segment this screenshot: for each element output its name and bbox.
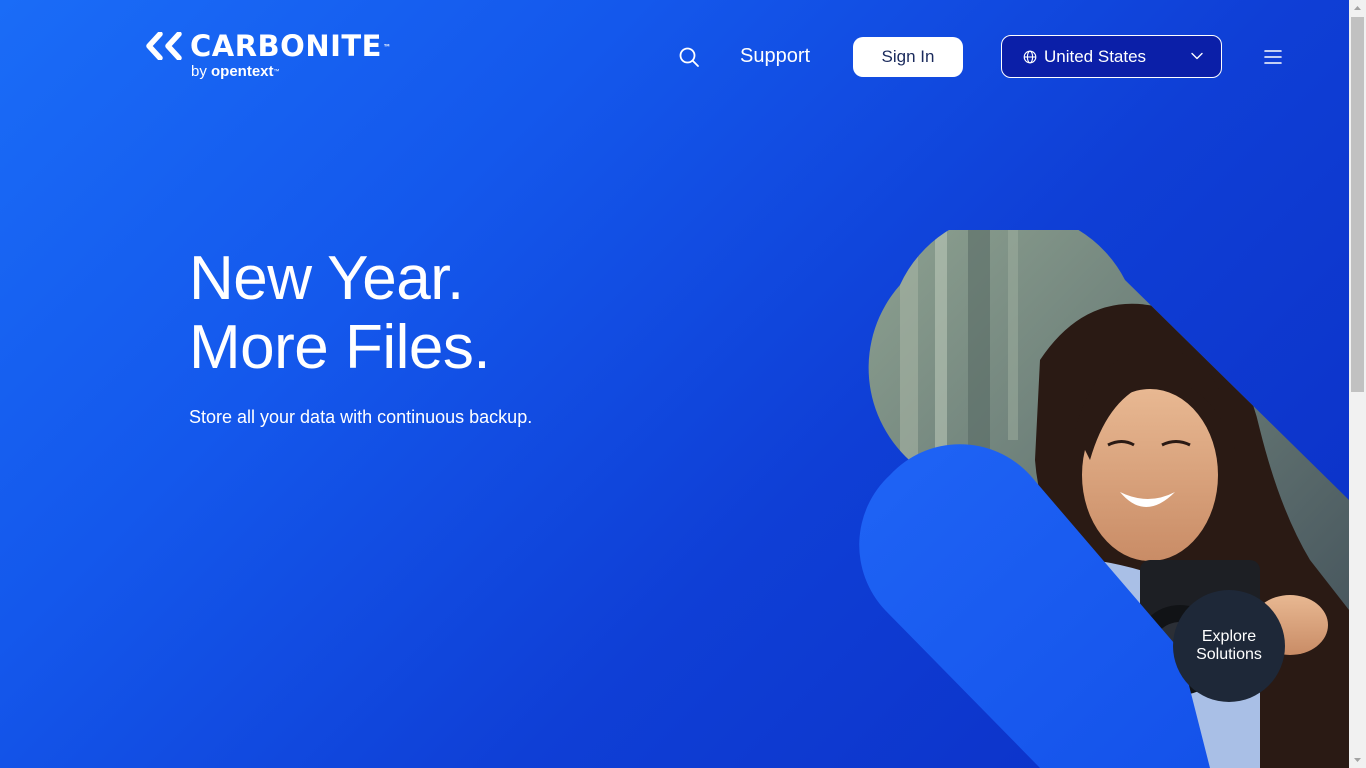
- hero-photo: [859, 230, 1349, 768]
- page-scrollbar[interactable]: [1349, 0, 1366, 768]
- search-button[interactable]: [678, 46, 700, 68]
- scrollbar-thumb[interactable]: [1351, 17, 1364, 392]
- hero-subtitle: Store all your data with continuous back…: [189, 407, 533, 427]
- page-viewport: CARBONITE™ by opentext™ Support Sign In …: [0, 0, 1349, 768]
- region-selected-value: United States: [1044, 47, 1147, 66]
- support-link[interactable]: Support: [740, 44, 810, 68]
- explore-solutions-line-2: Solutions: [1196, 646, 1262, 663]
- hero-title: New Year. More Files.: [189, 244, 491, 382]
- explore-solutions-button[interactable]: Explore Solutions: [1173, 590, 1285, 702]
- hero-title-line-2: More Files.: [189, 313, 491, 382]
- hamburger-menu-icon: [1264, 50, 1282, 64]
- sign-in-button[interactable]: Sign In: [853, 37, 963, 77]
- carbonite-logo[interactable]: CARBONITE™ by opentext™: [146, 30, 406, 86]
- carbonite-chevrons-icon: [146, 32, 182, 60]
- logo-wordmark: CARBONITE™: [190, 29, 392, 63]
- logo-byline: by opentext™: [191, 63, 280, 80]
- hero-title-line-1: New Year.: [189, 244, 464, 313]
- search-icon: [679, 47, 699, 67]
- region-select[interactable]: United States: [1001, 35, 1222, 78]
- scroll-up-arrow-icon[interactable]: [1349, 0, 1366, 17]
- scroll-down-arrow-icon[interactable]: [1349, 751, 1366, 768]
- menu-button[interactable]: [1264, 49, 1282, 65]
- globe-icon: [1023, 50, 1037, 64]
- explore-solutions-line-1: Explore: [1201, 628, 1257, 645]
- chevron-down-icon: [1191, 52, 1203, 60]
